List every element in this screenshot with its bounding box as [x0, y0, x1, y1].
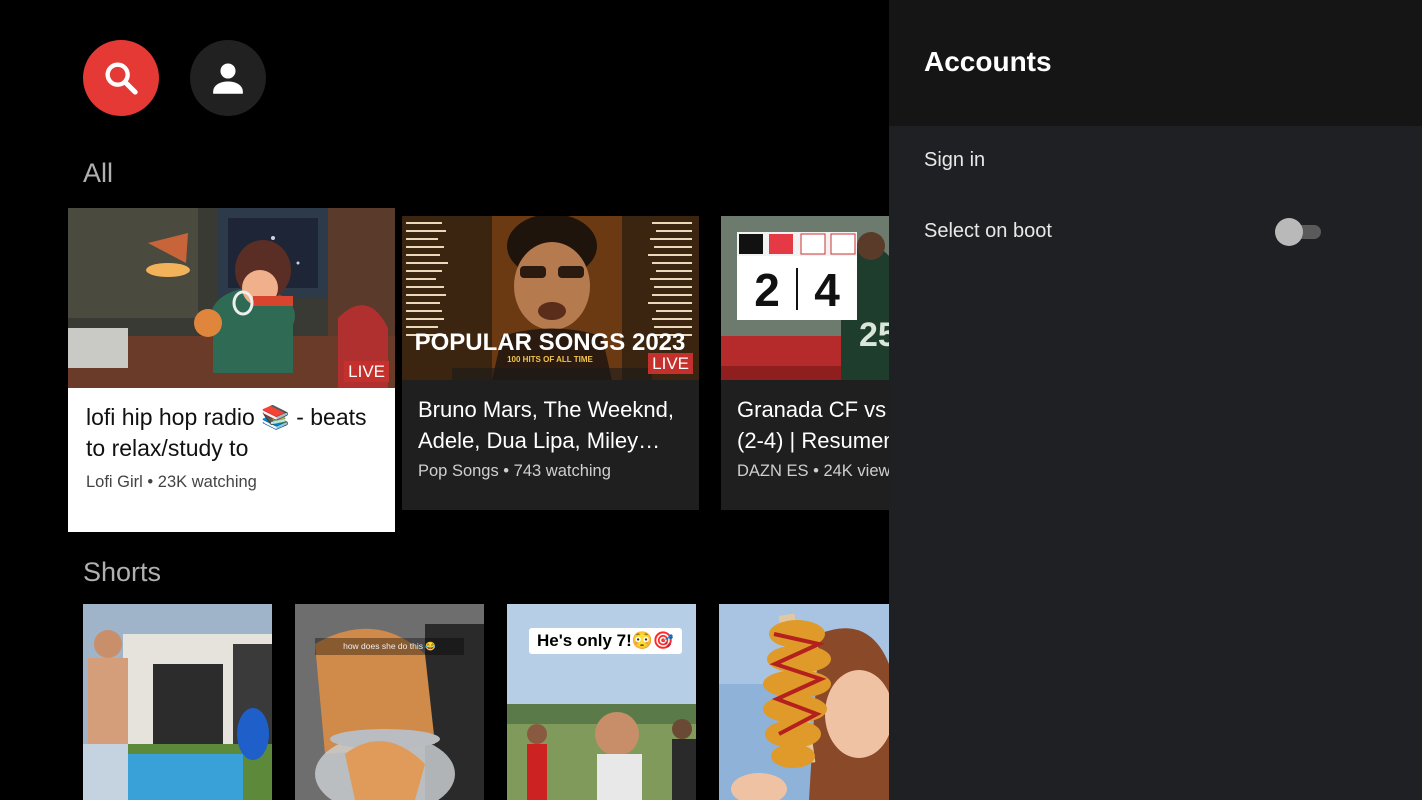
short-card[interactable]: how does she do this 😂 [295, 604, 484, 800]
search-button[interactable] [83, 40, 159, 116]
toggle-knob [1275, 218, 1303, 246]
accounts-panel: Accounts Sign in Select on boot [889, 0, 1422, 800]
svg-text:25: 25 [859, 316, 889, 354]
sign-in-item[interactable]: Sign in [924, 149, 985, 172]
short-card[interactable] [719, 604, 889, 800]
thumb-subheadline: 100 HITS OF ALL TIME [507, 355, 593, 364]
football-thumbnail-art: 25 2 4 [721, 216, 889, 380]
video-title: lofi hip hop radio 📚 - beats to relax/st… [86, 404, 367, 461]
accounts-panel-title: Accounts [924, 46, 1052, 77]
video-title: Bruno Mars, The Weeknd, Adele, Dua Lipa,… [418, 397, 674, 453]
section-title-shorts: Shorts [83, 557, 162, 587]
score-left: 2 [754, 264, 780, 316]
video-thumbnail: LIVE [68, 208, 395, 388]
video-card-granada[interactable]: 25 2 4 Granada CF vs Girona FC (2-4) | R… [721, 216, 889, 510]
video-thumbnail: 25 2 4 [721, 216, 889, 380]
account-button[interactable] [190, 40, 266, 116]
short-caption: how does she do this 😂 [315, 638, 464, 655]
video-thumbnail: POPULAR SONGS 2023 100 HITS OF ALL TIME … [402, 216, 699, 380]
thumb-headline: POPULAR SONGS 2023 [415, 329, 686, 356]
video-meta: DAZN ES • 24K views [737, 462, 889, 480]
section-title-all: All [83, 158, 114, 188]
short-card[interactable]: He's only 7!😳🎯 [507, 604, 696, 800]
score-right: 4 [814, 264, 840, 316]
select-on-boot-label: Select on boot [924, 220, 1052, 242]
short-card[interactable] [83, 604, 272, 800]
live-badge: LIVE [648, 353, 693, 374]
video-meta: Lofi Girl • 23K watching [86, 473, 257, 491]
live-badge: LIVE [344, 361, 389, 382]
short-thumbnail-art [719, 604, 889, 800]
video-meta: Pop Songs • 743 watching [418, 462, 611, 480]
select-on-boot-toggle[interactable] [1275, 218, 1323, 246]
accounts-panel-header: Accounts [889, 0, 1422, 126]
short-thumbnail-art [295, 604, 484, 800]
search-icon [105, 62, 138, 95]
person-icon [213, 63, 243, 94]
short-caption: He's only 7!😳🎯 [529, 628, 683, 654]
video-card-lofi[interactable]: LIVE lofi hip hop radio 📚 - beats to rel… [68, 208, 395, 532]
video-card-pop-songs[interactable]: POPULAR SONGS 2023 100 HITS OF ALL TIME … [402, 216, 699, 510]
video-title: Granada CF vs Girona FC (2-4) | Resumen [737, 397, 889, 453]
short-thumbnail-art [83, 604, 272, 800]
